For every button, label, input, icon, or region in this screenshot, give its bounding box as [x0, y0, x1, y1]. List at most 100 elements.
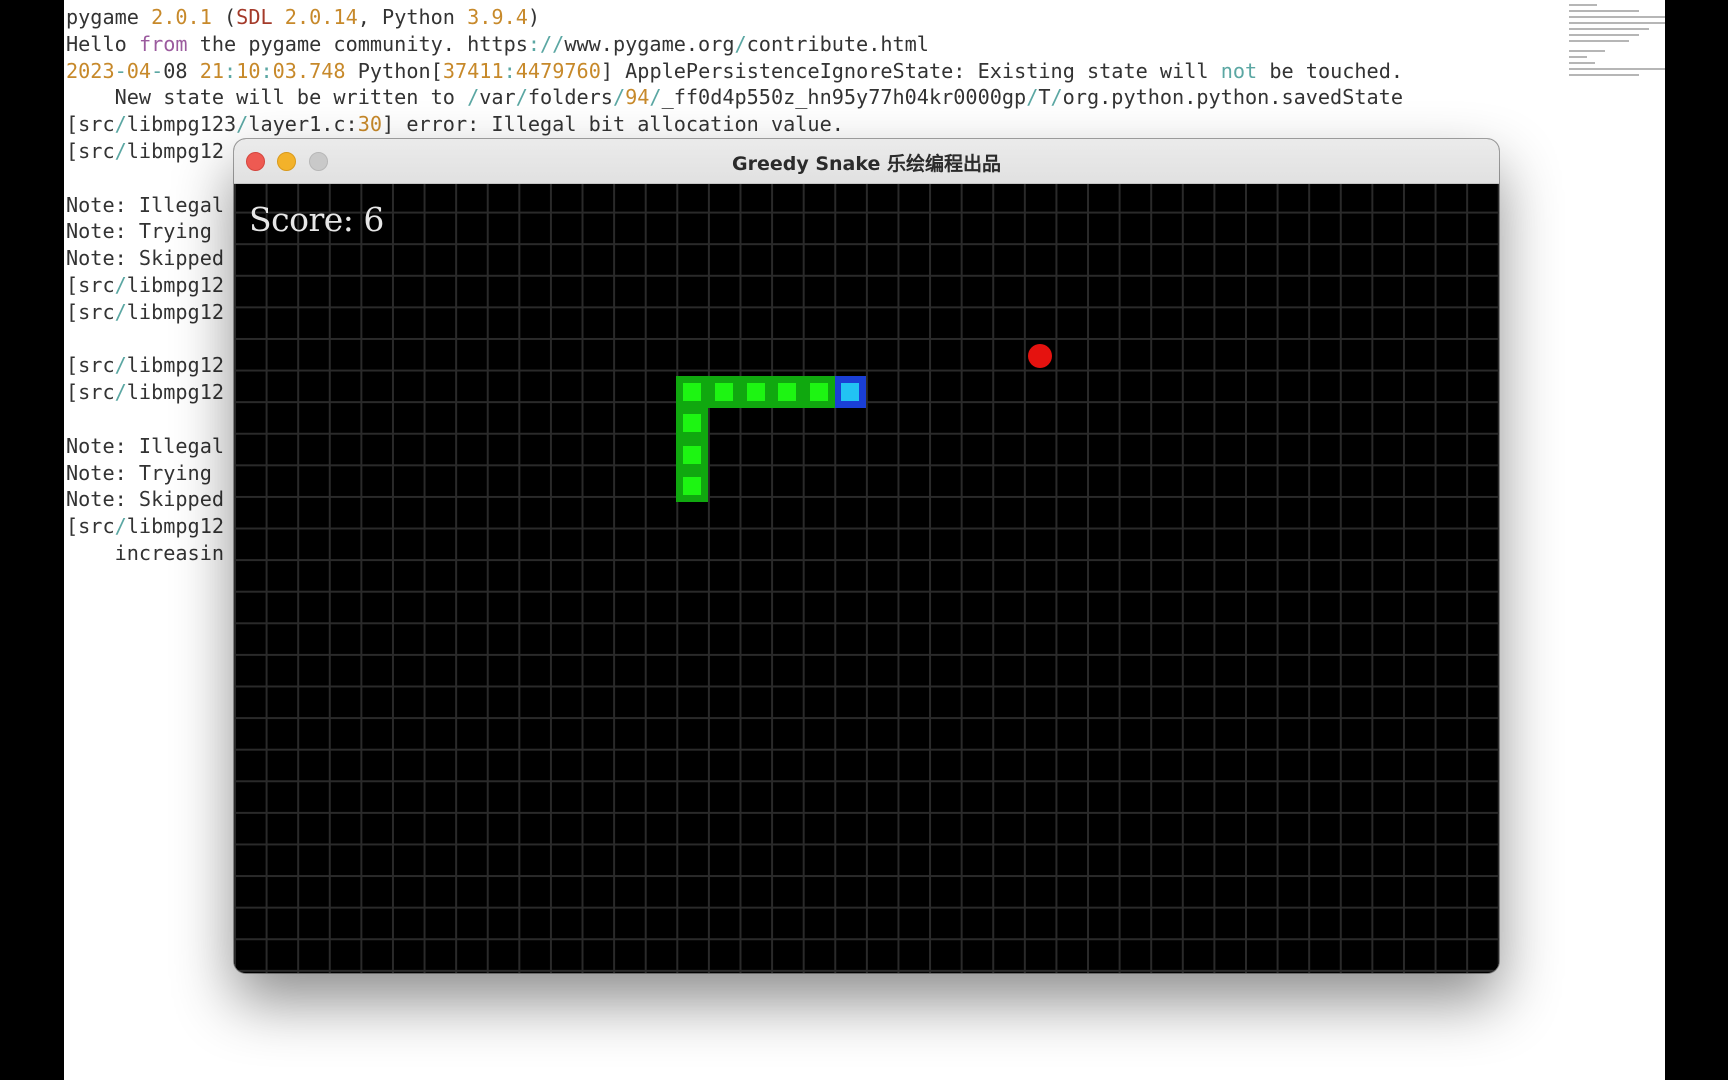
- console-text: increasin: [66, 540, 225, 565]
- console-text: /: [515, 85, 528, 110]
- console-text: 2.0.1: [151, 5, 212, 29]
- console-text: contribute.html: [746, 31, 929, 56]
- console-text: , Python: [357, 5, 468, 29]
- console-text: Note: Trying: [66, 460, 225, 485]
- console-text: libmpg12: [126, 380, 225, 405]
- console-line: 2023-04-08 21:10:03.748 Python[37411:447…: [66, 58, 1403, 85]
- console-text: ] error: Illegal bit allocation value.: [382, 112, 844, 137]
- console-text: layer1.c:: [248, 112, 358, 137]
- minimap-line: [1569, 68, 1665, 70]
- console-line: [src/libmpg123/layer1.c:30] error: Illeg…: [66, 111, 1403, 138]
- console-text: /: [612, 85, 626, 110]
- console-text: libmpg12: [126, 299, 225, 324]
- console-text: libmpg12: [126, 353, 225, 378]
- console-text: (: [211, 5, 237, 29]
- console-text: New state will be written to: [66, 85, 468, 110]
- snake-segment: [676, 407, 709, 440]
- console-text: 2.0.14: [284, 5, 358, 29]
- console-text: [src: [66, 299, 115, 324]
- console-text: /: [114, 112, 127, 137]
- console-text: www.pygame.org: [564, 31, 735, 56]
- console-text: /: [114, 353, 127, 378]
- console-text: _ff0d4p550z_hn95y77h04kr0000gp: [661, 85, 1027, 110]
- console-text: Note: Skipped: [66, 246, 225, 271]
- console-text: T: [1038, 85, 1051, 110]
- snake-segment: [771, 375, 804, 408]
- snake-segment: [802, 375, 835, 408]
- console-text: org.python.python.savedState: [1062, 85, 1403, 110]
- console-line: pygame 2.0.1 (SDL 2.0.14, Python 3.9.4): [66, 4, 1403, 31]
- minimap-line: [1569, 40, 1629, 42]
- console-text: 37411: [442, 58, 504, 83]
- minimap-line: [1569, 50, 1605, 52]
- minimap[interactable]: [1569, 4, 1665, 76]
- console-text: [src: [66, 138, 115, 163]
- console-text: /: [114, 380, 127, 405]
- minimap-line: [1569, 62, 1595, 64]
- console-text: 10: [236, 58, 261, 83]
- console-text: Note: Trying: [66, 219, 225, 244]
- console-text: :: [224, 58, 237, 83]
- console-text: /: [114, 299, 127, 324]
- console-text: :: [527, 31, 541, 56]
- console-text: /: [114, 138, 127, 163]
- window-titlebar[interactable]: Greedy Snake 乐绘编程出品: [234, 139, 1499, 184]
- console-text: /: [649, 85, 662, 110]
- console-text: Note: Illegal: [66, 433, 225, 458]
- game-window: Greedy Snake 乐绘编程出品 Score: 6: [234, 139, 1499, 973]
- snake-segment: [676, 438, 709, 471]
- console-text: //: [540, 31, 565, 56]
- console-text: ] ApplePersistenceIgnoreState: Existing …: [600, 58, 1221, 83]
- console-text: :: [260, 58, 273, 83]
- console-text: :: [503, 58, 516, 83]
- minimap-line: [1569, 22, 1665, 24]
- console-text: /: [1026, 85, 1039, 110]
- console-text: libmpg12: [126, 514, 225, 539]
- console-text: be touched.: [1257, 58, 1404, 83]
- minimap-line: [1569, 56, 1587, 58]
- console-line: New state will be written to /var/folder…: [66, 84, 1403, 111]
- console-text: 4479760: [515, 58, 601, 83]
- console-text: /: [114, 272, 127, 297]
- console-text: libmpg123: [126, 112, 237, 137]
- console-text: 03.748: [272, 58, 346, 83]
- console-text: Note: Skipped: [66, 487, 225, 512]
- console-text: /: [467, 85, 480, 110]
- console-text: SDL: [236, 5, 273, 29]
- console-text: [src: [66, 112, 115, 137]
- snake-segment: [708, 375, 740, 408]
- console-text: from: [138, 31, 188, 56]
- game-board[interactable]: Score: 6: [234, 184, 1499, 973]
- console-text: [src: [66, 272, 115, 297]
- console-text: 30: [357, 112, 383, 137]
- console-text: libmpg12: [126, 272, 225, 297]
- console-text: var: [479, 85, 516, 110]
- console-text: the pygame community. https: [187, 31, 528, 56]
- minimap-line: [1569, 16, 1665, 18]
- console-line: Hello from the pygame community. https:/…: [66, 31, 1403, 58]
- console-text: not: [1220, 58, 1258, 83]
- score-label: Score: 6: [249, 200, 384, 239]
- console-text: /: [734, 31, 747, 56]
- console-text: 04: [126, 58, 152, 83]
- console-text: Hello: [66, 31, 139, 56]
- console-text: -: [114, 58, 127, 83]
- console-text: -: [151, 58, 164, 83]
- console-text: pygame: [66, 5, 152, 29]
- console-text: [src: [66, 353, 115, 378]
- console-text: Python[: [345, 58, 443, 83]
- console-text: ): [527, 5, 541, 29]
- console-text: Note: Illegal: [66, 192, 225, 217]
- food-pellet: [1028, 344, 1052, 368]
- minimap-line: [1569, 10, 1639, 12]
- minimap-line: [1569, 4, 1597, 6]
- window-title: Greedy Snake 乐绘编程出品: [732, 153, 1001, 175]
- console-text: folders: [527, 85, 613, 110]
- minimap-line: [1569, 74, 1639, 76]
- console-text: 21: [199, 58, 225, 83]
- console-text: /: [114, 514, 127, 539]
- minimap-line: [1569, 28, 1649, 30]
- console-text: 2023: [66, 58, 115, 83]
- console-text: /: [1050, 85, 1063, 110]
